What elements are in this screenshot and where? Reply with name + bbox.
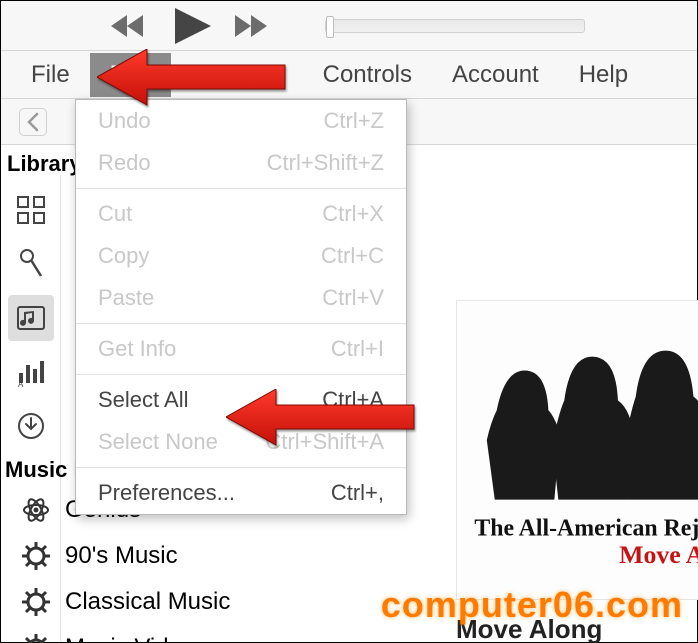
playlist-classical[interactable]: Classical Music bbox=[3, 579, 303, 625]
menu-edit[interactable]: Edit bbox=[90, 53, 171, 97]
menuitem-redo[interactable]: RedoCtrl+Shift+Z bbox=[76, 142, 406, 184]
position-slider[interactable] bbox=[325, 19, 585, 33]
previous-track-button[interactable] bbox=[111, 13, 151, 39]
atom-icon bbox=[21, 495, 51, 525]
menu-view[interactable]: View bbox=[211, 53, 303, 97]
gear-icon bbox=[21, 587, 51, 617]
album-cover: The All-American Rejects Move Along bbox=[456, 300, 698, 600]
play-button[interactable] bbox=[171, 6, 215, 46]
playlist-musicvideos[interactable]: Music Videos bbox=[3, 625, 303, 643]
menuitem-preferences[interactable]: Preferences...Ctrl+, bbox=[76, 472, 406, 514]
library-heading: Library bbox=[7, 151, 82, 177]
menu-help[interactable]: Help bbox=[559, 53, 648, 97]
playback-bar bbox=[1, 1, 697, 51]
svg-text:A: A bbox=[18, 380, 24, 387]
gear-icon bbox=[21, 633, 51, 643]
next-track-button[interactable] bbox=[235, 13, 275, 39]
menuitem-undo[interactable]: UndoCtrl+Z bbox=[76, 100, 406, 142]
music-note-icon[interactable] bbox=[8, 295, 54, 341]
menuitem-getinfo[interactable]: Get InfoCtrl+I bbox=[76, 328, 406, 370]
menuitem-copy[interactable]: CopyCtrl+C bbox=[76, 235, 406, 277]
equalizer-icon[interactable]: A bbox=[8, 349, 54, 395]
back-button[interactable] bbox=[19, 108, 47, 136]
menuitem-cut[interactable]: CutCtrl+X bbox=[76, 193, 406, 235]
menuitem-selectall[interactable]: Select AllCtrl+A bbox=[76, 379, 406, 421]
album-cover-subtitle: Move Along bbox=[619, 540, 698, 569]
album-cover-title: The All-American Rejects bbox=[474, 515, 698, 541]
menu-account[interactable]: Account bbox=[432, 53, 559, 97]
microphone-icon[interactable] bbox=[8, 241, 54, 287]
edit-dropdown: UndoCtrl+Z RedoCtrl+Shift+Z CutCtrl+X Co… bbox=[75, 99, 407, 515]
watermark: computer06.com bbox=[381, 584, 683, 626]
grid-view-icon[interactable] bbox=[8, 187, 54, 233]
menu-controls[interactable]: Controls bbox=[303, 53, 432, 97]
menu-hidden-gap bbox=[171, 67, 211, 83]
download-icon[interactable] bbox=[8, 403, 54, 449]
menuitem-selectnone[interactable]: Select NoneCtrl+Shift+A bbox=[76, 421, 406, 463]
gear-icon bbox=[21, 541, 51, 571]
slider-knob[interactable] bbox=[326, 16, 334, 38]
menu-file[interactable]: File bbox=[11, 53, 90, 97]
menuitem-paste[interactable]: PasteCtrl+V bbox=[76, 277, 406, 319]
playlist-90s[interactable]: 90's Music bbox=[3, 533, 303, 579]
menubar: File Edit View Controls Account Help bbox=[1, 51, 697, 99]
